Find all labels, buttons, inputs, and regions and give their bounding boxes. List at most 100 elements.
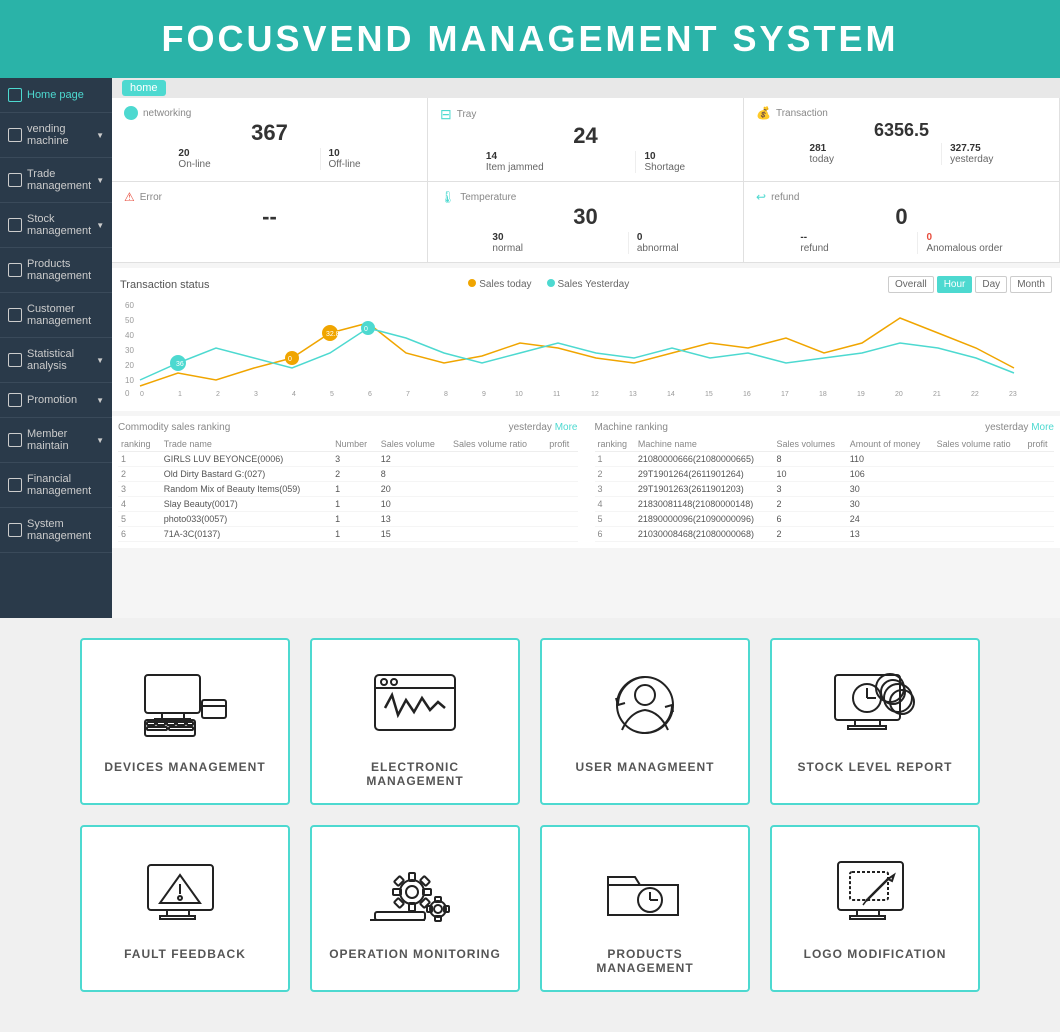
- system-icon: [8, 523, 22, 537]
- svg-text:14: 14: [667, 391, 675, 398]
- sidebar-item-home[interactable]: Home page: [0, 78, 112, 113]
- sidebar-item-vending[interactable]: vending machine ▼: [0, 113, 112, 158]
- col-sales-volume: Sales volume: [378, 437, 450, 452]
- online-label: On-line: [178, 159, 210, 170]
- networking-icon: [124, 106, 138, 120]
- cards-section: DEVICES MANAGEMENT ELECTRONIC MANAGEMENT: [0, 618, 1060, 1032]
- svg-text:50: 50: [125, 316, 134, 325]
- devices-card[interactable]: DEVICES MANAGEMENT: [80, 638, 290, 805]
- transaction-icon: 💰: [756, 106, 771, 120]
- svg-text:7: 7: [406, 391, 410, 398]
- refund-icon: ↩: [756, 190, 766, 204]
- refund-card: ↩refund 0 --refund 0Anomalous order: [744, 182, 1060, 262]
- main-layout: Home page vending machine ▼ Trade manage…: [0, 78, 1060, 618]
- promotion-icon: [8, 393, 22, 407]
- sidebar-item-stock[interactable]: Stock management ▼: [0, 203, 112, 248]
- header: FOCUSVEND MANAGEMENT SYSTEM: [0, 0, 1060, 78]
- customer-icon: [8, 308, 22, 322]
- sidebar-item-trade[interactable]: Trade management ▼: [0, 158, 112, 203]
- sidebar-item-products[interactable]: Products management: [0, 248, 112, 293]
- svg-text:10: 10: [125, 376, 134, 385]
- svg-text:21: 21: [933, 391, 941, 398]
- table-row: 329T1901263(2611901203)330: [595, 482, 1055, 497]
- machine-more-link[interactable]: More: [1031, 422, 1054, 433]
- chevron-down-icon: ▼: [96, 221, 104, 230]
- svg-text:17: 17: [781, 391, 789, 398]
- sidebar-item-stats[interactable]: Statistical analysis ▼: [0, 338, 112, 383]
- col-trade-name: Trade name: [161, 437, 332, 452]
- machine-table-header: Machine ranking yesterday More: [595, 422, 1055, 433]
- chart-line-yesterday: [140, 328, 1014, 380]
- svg-text:30: 30: [125, 346, 134, 355]
- table-row: 621030008468(21080000068)213: [595, 527, 1055, 542]
- machine-yesterday: yesterday: [985, 422, 1028, 433]
- stock-card[interactable]: STOCK LEVEL REPORT: [770, 638, 980, 805]
- user-icon: [595, 665, 695, 745]
- devices-icon: [135, 665, 235, 745]
- col-amount: Amount of money: [847, 437, 934, 452]
- breadcrumb-home: home: [122, 80, 166, 96]
- sidebar-item-customer[interactable]: Customer management: [0, 293, 112, 338]
- svg-text:4: 4: [292, 391, 296, 398]
- networking-number: 367: [124, 120, 415, 146]
- temperature-number: 30: [440, 204, 731, 230]
- col-sales-volumes: Sales volumes: [773, 437, 846, 452]
- anomalous-label: Anomalous order: [926, 243, 1002, 254]
- svg-text:20: 20: [125, 361, 134, 370]
- sidebar-item-promotion[interactable]: Promotion ▼: [0, 383, 112, 418]
- commodity-table-header-row: ranking Trade name Number Sales volume S…: [118, 437, 578, 452]
- offline-label: Off-line: [329, 159, 361, 170]
- products-icon: [8, 263, 22, 277]
- tab-overall[interactable]: Overall: [888, 276, 934, 293]
- col-m-ranking: ranking: [595, 437, 635, 452]
- refund-count: --: [800, 232, 807, 243]
- yesterday-label: yesterday: [950, 154, 993, 165]
- svg-text:0: 0: [125, 389, 130, 398]
- table-row: 421830081148(21080000148)230: [595, 497, 1055, 512]
- logo-card-label: LOGO MODIFICATION: [804, 947, 947, 961]
- svg-text:13: 13: [629, 391, 637, 398]
- svg-text:32.8: 32.8: [326, 331, 340, 338]
- legend-today-dot: [468, 279, 476, 287]
- trade-icon: [8, 173, 22, 187]
- sidebar-item-financial[interactable]: Financial management: [0, 463, 112, 508]
- table-row: 671A-3C(0137)115: [118, 527, 578, 542]
- electronic-card[interactable]: ELECTRONIC MANAGEMENT: [310, 638, 520, 805]
- offline-count: 10: [329, 148, 340, 159]
- operation-card-label: OPERATION MONITORING: [329, 947, 501, 961]
- dashboard: home networking 367 20On-line 10Off-line…: [112, 78, 1060, 618]
- devices-card-label: DEVICES MANAGEMENT: [104, 760, 265, 774]
- sidebar-item-label: vending machine: [27, 123, 91, 147]
- col-sales-ratio: Sales volume ratio: [450, 437, 546, 452]
- sidebar-item-label: Trade management: [27, 168, 91, 192]
- tables-row: Commodity sales ranking yesterday More r…: [112, 416, 1060, 548]
- col-profit: profit: [546, 437, 577, 452]
- refund-stats: --refund 0Anomalous order: [756, 232, 1047, 254]
- sidebar-item-member[interactable]: Member maintain ▼: [0, 418, 112, 463]
- chart-legend: Sales today Sales Yesterday: [468, 279, 629, 290]
- chart-svg: 60 50 40 30 20 10 0 0 1 2 3 4 5 6 7 8: [120, 298, 1040, 398]
- vending-icon: [8, 128, 22, 142]
- tab-hour[interactable]: Hour: [937, 276, 973, 293]
- chart-title: Transaction status: [120, 279, 209, 291]
- fault-card-label: FAULT FEEDBACK: [124, 947, 246, 961]
- products-mgmt-icon: [595, 852, 695, 932]
- svg-text:12: 12: [591, 391, 599, 398]
- table-row: 3Random Mix of Beauty Items(059)120: [118, 482, 578, 497]
- status-row-1: networking 367 20On-line 10Off-line ⊟Tra…: [112, 98, 1060, 182]
- svg-text:8: 8: [444, 391, 448, 398]
- tab-month[interactable]: Month: [1010, 276, 1052, 293]
- commodity-more-link[interactable]: More: [555, 422, 578, 433]
- breadcrumb: home: [112, 78, 1060, 98]
- svg-text:6: 6: [368, 391, 372, 398]
- member-icon: [8, 433, 22, 447]
- table-row: 121080000666(21080000665)8110: [595, 452, 1055, 467]
- tab-day[interactable]: Day: [975, 276, 1007, 293]
- svg-text:16: 16: [743, 391, 751, 398]
- col-machine-name: Machine name: [635, 437, 774, 452]
- user-card[interactable]: USER MANAGMEENT: [540, 638, 750, 805]
- sidebar-item-label: Statistical analysis: [27, 348, 91, 372]
- sidebar-item-system[interactable]: System management: [0, 508, 112, 553]
- legend-yesterday: Sales Yesterday: [547, 279, 630, 290]
- chevron-down-icon: ▼: [96, 356, 104, 365]
